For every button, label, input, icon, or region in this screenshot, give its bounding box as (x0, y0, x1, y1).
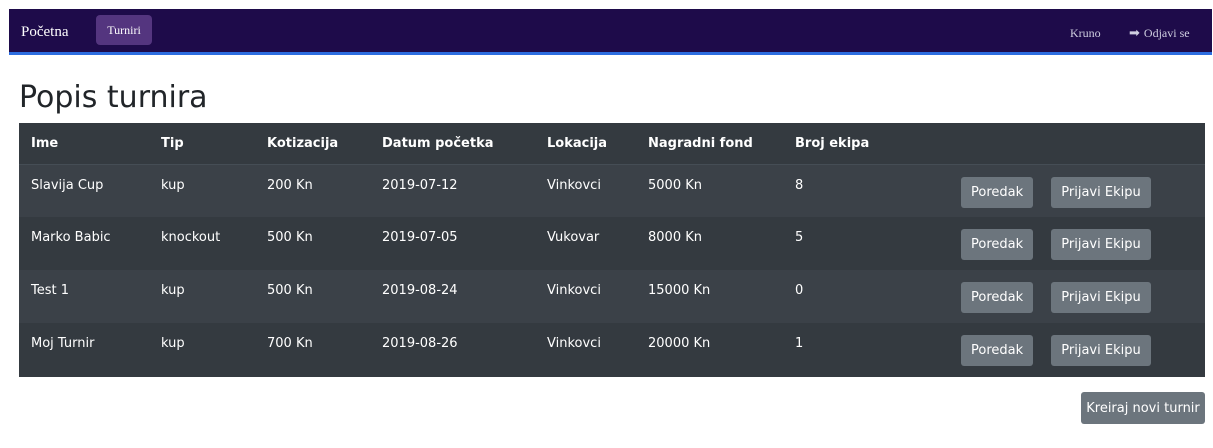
cell-lokacija: Vinkovci (547, 336, 601, 351)
cell-datum: 2019-08-26 (382, 336, 458, 351)
nav-tournaments-link[interactable]: Turniri (96, 15, 152, 45)
tournaments-table: Ime Tip Kotizacija Datum početka Lokacij… (19, 123, 1205, 377)
cell-kotizacija: 200 Kn (267, 177, 313, 193)
register-team-button[interactable]: Prijavi Ekipu (1051, 282, 1151, 313)
cell-fond: 8000 Kn (648, 230, 702, 245)
standings-button[interactable]: Poredak (961, 335, 1034, 366)
register-team-button[interactable]: Prijavi Ekipu (1051, 176, 1151, 208)
cell-tip: kup (161, 336, 185, 351)
cell-fond: 20000 Kn (648, 336, 711, 351)
table-header-row: Ime Tip Kotizacija Datum početka Lokacij… (19, 123, 1205, 165)
cell-kotizacija: 500 Kn (267, 230, 313, 245)
cell-tip: kup (161, 177, 185, 193)
logout-label: Odjavi se (1143, 25, 1190, 40)
top-navbar: Početna Turniri Kruno ➡ Odjavi se (9, 9, 1212, 55)
cell-ekipa: 0 (795, 283, 804, 298)
standings-button[interactable]: Poredak (961, 282, 1034, 313)
table-row: Slavija Cup kup 200 Kn 2019-07-12 Vinkov… (19, 164, 1205, 217)
register-team-button[interactable]: Prijavi Ekipu (1051, 335, 1151, 366)
cell-datum: 2019-07-05 (382, 230, 458, 245)
sign-out-icon: ➡ (1129, 25, 1140, 40)
cell-lokacija: Vinkovci (547, 177, 601, 193)
column-header-lokacija: Lokacija (535, 123, 636, 165)
cell-kotizacija: 500 Kn (267, 283, 313, 298)
cell-ekipa: 5 (795, 230, 804, 245)
standings-button[interactable]: Poredak (961, 176, 1034, 208)
cell-datum: 2019-07-12 (382, 177, 458, 193)
page-title: Popis turnira (19, 80, 208, 115)
column-header-ime: Ime (19, 123, 149, 165)
cell-actions: Poredak Prijavi Ekipu (923, 323, 1205, 376)
column-header-tip: Tip (149, 123, 255, 165)
nav-user-name[interactable]: Kruno (1070, 26, 1101, 41)
cell-tip: kup (161, 283, 185, 298)
cell-actions: Poredak Prijavi Ekipu (923, 270, 1205, 323)
table-row: Moj Turnir kup 700 Kn 2019-08-26 Vinkovc… (19, 323, 1205, 376)
cell-lokacija: Vinkovci (547, 283, 601, 298)
cell-fond: 5000 Kn (648, 177, 702, 193)
logout-link[interactable]: ➡ Odjavi se (1129, 25, 1190, 41)
create-tournament-button[interactable]: Kreiraj novi turnir (1081, 392, 1205, 424)
column-header-ekipa: Broj ekipa (783, 123, 923, 165)
cell-ekipa: 1 (795, 336, 804, 351)
cell-actions: Poredak Prijavi Ekipu (923, 217, 1205, 270)
cell-ekipa: 8 (795, 177, 804, 193)
standings-button[interactable]: Poredak (961, 229, 1034, 260)
cell-kotizacija: 700 Kn (267, 336, 313, 351)
register-team-button[interactable]: Prijavi Ekipu (1051, 229, 1151, 260)
column-header-actions (923, 123, 1205, 165)
cell-tip: knockout (161, 230, 221, 245)
cell-actions: Poredak Prijavi Ekipu (923, 164, 1205, 217)
table-row: Marko Babic knockout 500 Kn 2019-07-05 V… (19, 217, 1205, 270)
table-row: Test 1 kup 500 Kn 2019-08-24 Vinkovci 15… (19, 270, 1205, 323)
cell-ime: Slavija Cup (31, 177, 104, 193)
cell-datum: 2019-08-24 (382, 283, 458, 298)
cell-fond: 15000 Kn (648, 283, 711, 298)
cell-ime: Moj Turnir (31, 336, 95, 351)
cell-lokacija: Vukovar (547, 230, 600, 245)
column-header-datum: Datum početka (370, 123, 535, 165)
cell-ime: Test 1 (31, 283, 70, 298)
cell-ime: Marko Babic (31, 230, 111, 245)
column-header-kotizacija: Kotizacija (255, 123, 370, 165)
nav-home-link[interactable]: Početna (21, 24, 68, 41)
column-header-fond: Nagradni fond (636, 123, 783, 165)
